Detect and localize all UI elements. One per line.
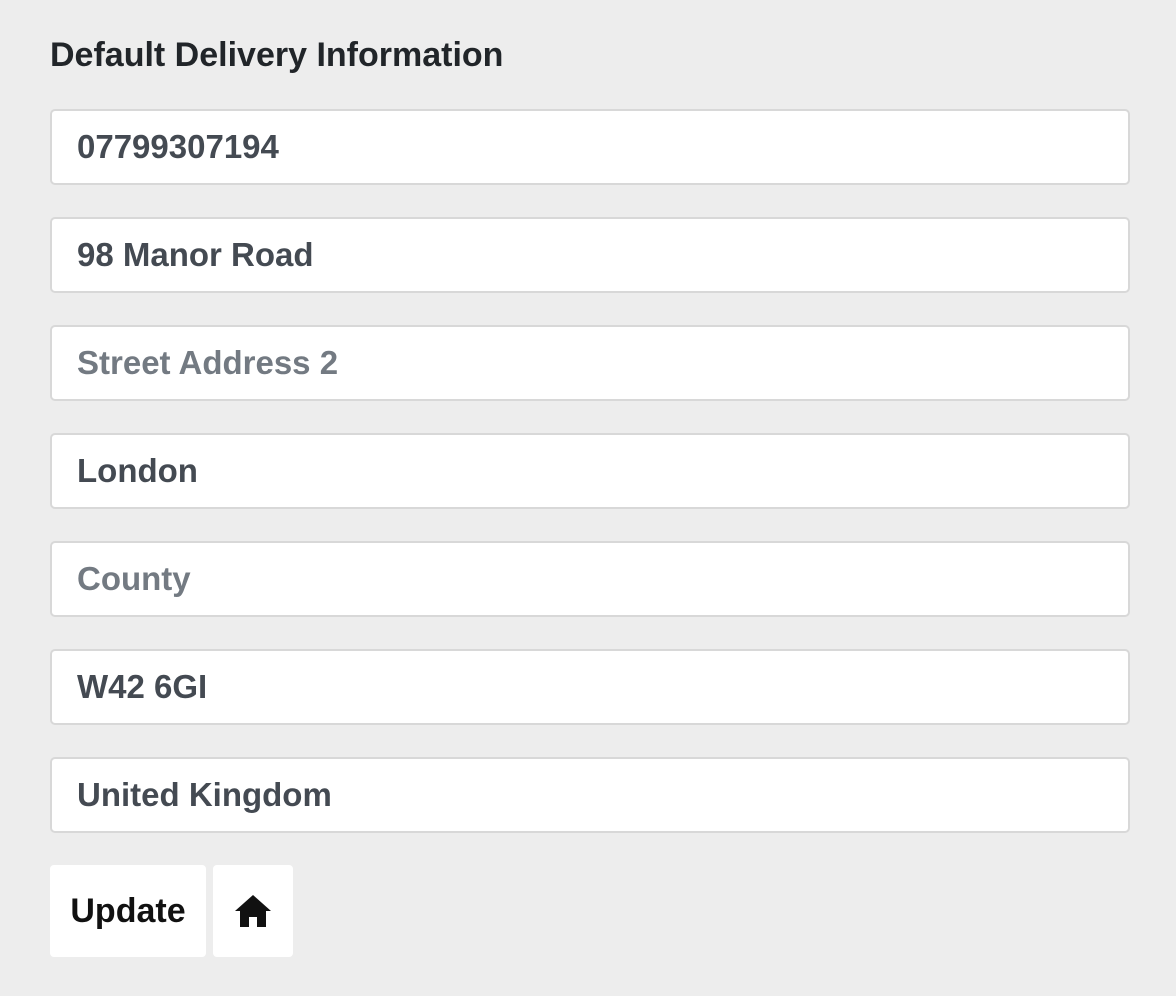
street-address-2-input[interactable] — [50, 325, 1130, 401]
home-button[interactable] — [213, 865, 293, 957]
form-actions: Update — [50, 865, 1130, 957]
country-input[interactable] — [50, 757, 1130, 833]
phone-number-input[interactable] — [50, 109, 1130, 185]
home-icon — [234, 894, 272, 928]
street-address-1-input[interactable] — [50, 217, 1130, 293]
update-button[interactable]: Update — [50, 865, 206, 957]
postcode-input[interactable] — [50, 649, 1130, 725]
section-title: Default Delivery Information — [50, 36, 504, 74]
county-input[interactable] — [50, 541, 1130, 617]
form-fields — [50, 109, 1130, 833]
town-or-city-input[interactable] — [50, 433, 1130, 509]
delivery-info-form: Default Delivery Information Update — [50, 0, 1130, 957]
